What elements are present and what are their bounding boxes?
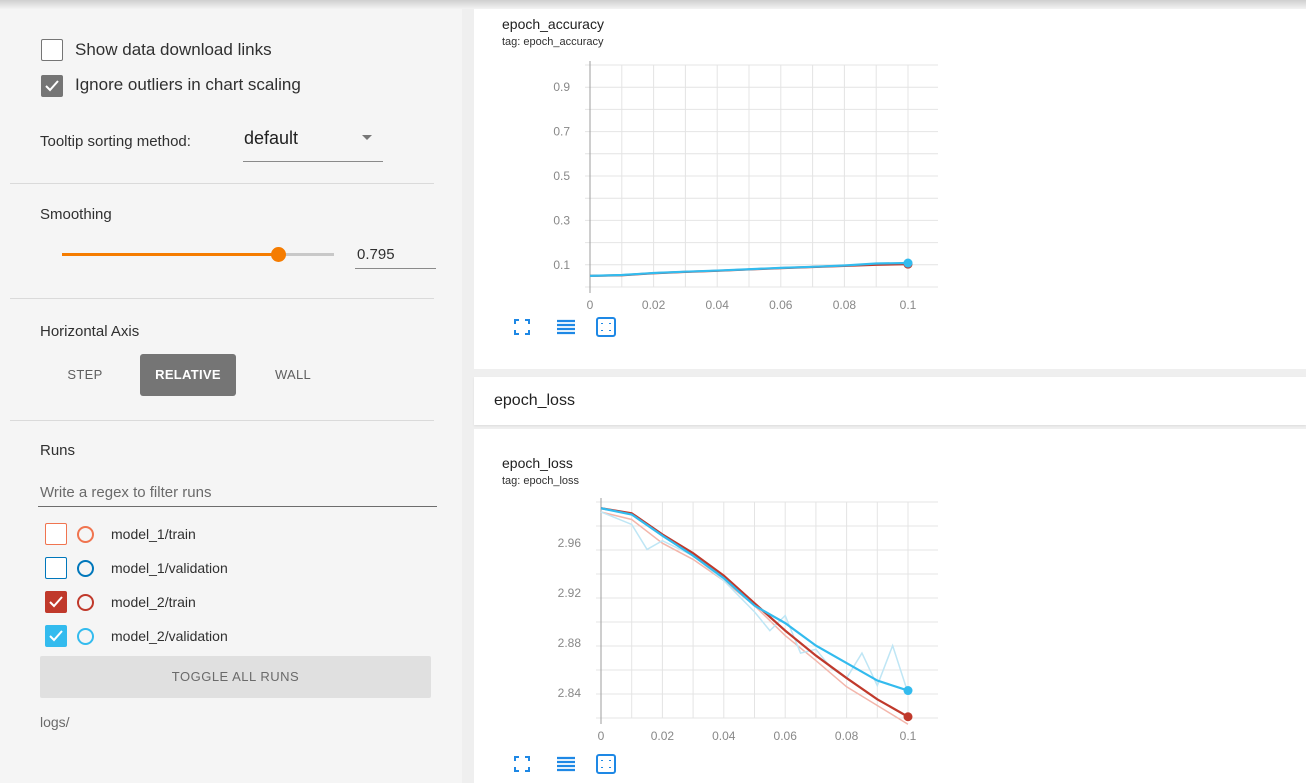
select-underline	[243, 161, 383, 162]
toggle-log-scale-icon[interactable]	[554, 752, 578, 776]
tooltip-sorting-value: default	[244, 128, 299, 148]
chart-title: epoch_accuracy	[502, 16, 604, 32]
y-tick-label: 2.88	[558, 636, 582, 650]
slider-fill	[62, 253, 279, 256]
x-tick-label: 0.1	[900, 729, 917, 743]
ignore-outliers-checkbox[interactable]	[41, 75, 63, 97]
chart-card-epoch-accuracy: epoch_accuracy tag: epoch_accuracy 0 0.02…	[474, 9, 1306, 369]
series-end-point	[903, 258, 913, 268]
run-label-model-1-train: model_1/train	[111, 526, 196, 542]
smoothing-value-input[interactable]: 0.795	[357, 246, 395, 263]
checkmark-icon	[49, 630, 63, 642]
fit-domain-icon[interactable]	[510, 752, 534, 776]
data-selection-icon[interactable]	[594, 315, 618, 339]
slider-thumb[interactable]	[271, 247, 287, 262]
data-selection-icon[interactable]	[594, 752, 618, 776]
y-tick-label: 2.84	[558, 686, 582, 700]
chart-plot[interactable]: 0 0.02 0.04 0.06 0.08 0.1 2.96 2.92 2.88 2.84	[494, 493, 994, 763]
checkmark-icon	[45, 80, 59, 92]
x-tick-label: 0.02	[642, 298, 666, 312]
dropdown-arrow-icon	[362, 135, 372, 140]
fit-domain-icon[interactable]	[510, 315, 534, 339]
x-tick-label: 0.02	[651, 729, 675, 743]
run-color-circle-icon[interactable]	[77, 526, 94, 543]
run-color-circle-icon[interactable]	[77, 628, 94, 645]
x-tick-label: 0.08	[833, 298, 857, 312]
y-tick-label: 0.9	[553, 80, 570, 94]
input-underline	[38, 506, 437, 507]
toggle-log-scale-icon[interactable]	[554, 315, 578, 339]
log-directory-label: logs/	[40, 714, 70, 730]
series-end-point	[903, 712, 913, 722]
run-checkbox-model-1-train[interactable]	[45, 523, 67, 545]
x-tick-label: 0.04	[712, 729, 736, 743]
x-tick-label: 0.08	[835, 729, 859, 743]
checkmark-icon	[49, 596, 63, 608]
run-filter-input[interactable]: Write a regex to filter runs	[40, 484, 211, 501]
run-checkbox-model-2-validation[interactable]	[45, 625, 67, 647]
x-tick-label: 0.1	[900, 298, 917, 312]
top-shadow-bar	[0, 0, 1306, 9]
show-download-links-label: Show data download links	[75, 40, 272, 59]
x-tick-label: 0.06	[774, 729, 798, 743]
chart-title: epoch_loss	[502, 455, 573, 471]
run-checkbox-model-1-validation[interactable]	[45, 557, 67, 579]
chart-tag: tag: epoch_accuracy	[502, 36, 604, 48]
divider	[10, 420, 434, 421]
toggle-all-runs-button[interactable]: TOGGLE ALL RUNS	[40, 656, 431, 698]
y-tick-label: 2.96	[558, 536, 582, 550]
run-color-circle-icon[interactable]	[77, 594, 94, 611]
divider	[10, 298, 434, 299]
axis-relative-button[interactable]: RELATIVE	[140, 354, 236, 396]
axis-step-button[interactable]: STEP	[55, 354, 115, 396]
divider	[10, 183, 434, 184]
input-underline	[355, 268, 436, 269]
smoothing-slider[interactable]	[62, 247, 334, 262]
horizontal-axis-label: Horizontal Axis	[40, 323, 140, 340]
group-header-epoch-loss[interactable]: epoch_loss	[474, 377, 1306, 425]
x-tick-label: 0.04	[706, 298, 730, 312]
y-tick-label: 2.92	[558, 586, 582, 600]
run-checkbox-model-2-train[interactable]	[45, 591, 67, 613]
series-end-point	[903, 686, 913, 696]
run-label-model-2-validation: model_2/validation	[111, 628, 228, 644]
show-download-links-checkbox[interactable]	[41, 39, 63, 61]
runs-label: Runs	[40, 442, 76, 459]
y-tick-label: 0.1	[553, 258, 570, 272]
y-tick-label: 0.3	[553, 213, 570, 227]
run-label-model-2-train: model_2/train	[111, 594, 196, 610]
chart-tag: tag: epoch_loss	[502, 475, 580, 487]
axis-wall-button[interactable]: WALL	[260, 354, 326, 396]
y-tick-label: 0.5	[553, 169, 570, 183]
tooltip-sorting-label: Tooltip sorting method:	[40, 133, 191, 150]
x-tick-label: 0.06	[769, 298, 793, 312]
y-tick-label: 0.7	[553, 125, 570, 139]
chart-card-epoch-loss: epoch_loss tag: epoch_loss 0 0.02 0.04 0.06…	[474, 429, 1306, 783]
chart-plot[interactable]: 0 0.02 0.04 0.06 0.08 0.1 0.9 0.7 0.5 0.3 0.1	[494, 55, 994, 335]
run-label-model-1-validation: model_1/validation	[111, 560, 228, 576]
smoothing-label: Smoothing	[40, 206, 112, 223]
ignore-outliers-label: Ignore outliers in chart scaling	[75, 75, 301, 94]
sidebar: Show data download links Ignore outliers…	[0, 9, 462, 783]
x-tick-label: 0	[598, 729, 605, 743]
x-tick-label: 0	[587, 298, 594, 312]
run-color-circle-icon[interactable]	[77, 560, 94, 577]
group-title: epoch_loss	[494, 392, 575, 409]
